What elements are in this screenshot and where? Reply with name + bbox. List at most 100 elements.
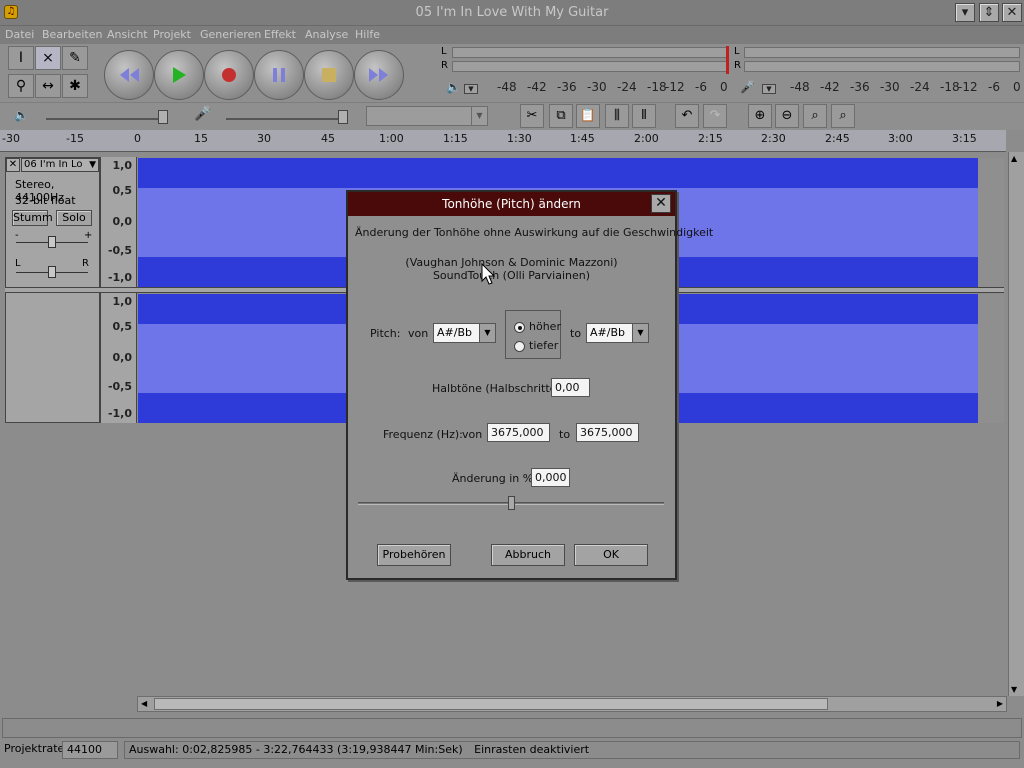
scroll-right-icon[interactable]: ▶ [997, 699, 1003, 708]
frequency-to-label: to [559, 428, 571, 441]
solo-button[interactable]: Solo [56, 210, 92, 226]
zoom-in-button[interactable]: ⊕ [748, 104, 772, 128]
pitch-from-select[interactable]: A#/Bb ▼ [433, 323, 496, 343]
ruler-tick: 2:45 [825, 132, 850, 145]
stop-button[interactable] [304, 50, 354, 100]
semitones-input[interactable]: 0,00 [551, 378, 590, 397]
gain-minus-label: - [15, 230, 19, 241]
menu-generieren[interactable]: Generieren [200, 28, 261, 41]
higher-radio[interactable] [514, 322, 525, 333]
scale-tick: -24 [910, 80, 930, 94]
meter-l-label: L [441, 46, 447, 57]
microphone-icon[interactable]: 🎤 [740, 80, 755, 94]
lower-label: tiefer [529, 339, 559, 352]
pan-slider-thumb[interactable] [48, 266, 56, 278]
undo-button[interactable]: ↶ [675, 104, 699, 128]
play-button[interactable] [154, 50, 204, 100]
scroll-left-icon[interactable]: ◀ [141, 699, 147, 708]
paste-button[interactable]: 📋 [576, 104, 600, 128]
meter-scale: 🔈 ▼ -48 -42 -36 -30 -24 -18 -12 -6 0 🎤 ▼… [438, 80, 1024, 96]
frequency-from-input[interactable]: 3675,000 [487, 423, 550, 442]
pause-button[interactable] [254, 50, 304, 100]
multi-tool-icon[interactable]: ✱ [62, 74, 88, 98]
horizontal-scrollbar[interactable]: ◀ ▶ [137, 696, 1007, 712]
project-rate-select[interactable]: 44100 [62, 741, 118, 759]
skip-start-button[interactable] [104, 50, 154, 100]
toolbar-mixer-edit [0, 102, 1024, 130]
pitch-to-select[interactable]: A#/Bb ▼ [586, 323, 649, 343]
speaker-icon[interactable]: 🔈 [446, 80, 461, 94]
input-volume-slider[interactable] [226, 118, 346, 120]
chevron-down-icon: ▼ [479, 324, 495, 342]
draw-tool-icon[interactable]: ✎ [62, 46, 88, 70]
playback-meter: L R L R [438, 46, 1024, 74]
fit-selection-button[interactable]: ⌕ [803, 104, 827, 128]
ruler-tick: -15 [66, 132, 84, 145]
gain-slider-thumb[interactable] [48, 236, 56, 248]
menu-bearbeiten[interactable]: Bearbeiten [42, 28, 102, 41]
restore-button[interactable]: ⇕ [979, 3, 999, 22]
input-source-select[interactable]: ▼ [366, 106, 488, 126]
scroll-down-icon[interactable]: ▼ [1011, 685, 1017, 694]
pitch-from-label: von [408, 327, 429, 340]
snap-status: Einrasten deaktiviert [474, 743, 590, 756]
rec-meter-menu-icon[interactable]: ▼ [762, 84, 776, 94]
horizontal-scroll-thumb[interactable] [154, 698, 828, 710]
stop-icon [322, 68, 336, 82]
track-close-icon[interactable]: ✕ [6, 158, 20, 172]
vertical-scrollbar[interactable]: ▲ ▼ [1008, 152, 1024, 696]
envelope-tool-icon[interactable]: ⨯ [35, 46, 61, 70]
percent-change-input[interactable]: 0,000 [531, 468, 570, 487]
project-rate-label: Projektrate: [4, 742, 69, 755]
lower-radio[interactable] [514, 341, 525, 352]
zoom-out-button[interactable]: ⊖ [775, 104, 799, 128]
timeshift-tool-icon[interactable]: ↔ [35, 74, 61, 98]
frequency-to-input[interactable]: 3675,000 [576, 423, 639, 442]
zoom-tool-icon[interactable]: ⚲ [8, 74, 34, 98]
scale-label: -1,0 [107, 407, 132, 420]
redo-button[interactable]: ↷ [703, 104, 727, 128]
menu-datei[interactable]: Datei [5, 28, 34, 41]
mouse-cursor-icon [481, 263, 495, 285]
output-volume-thumb[interactable] [158, 110, 168, 124]
dialog-close-button[interactable]: ✕ [651, 194, 671, 213]
cancel-button[interactable]: Abbruch [491, 544, 565, 566]
tools-toolbar: I ⨯ ✎ ⚲ ↔ ✱ [8, 46, 94, 100]
fit-project-button[interactable]: ⌕ [831, 104, 855, 128]
trim-button[interactable]: ⫼ [605, 104, 629, 128]
scale-tick: -48 [790, 80, 810, 94]
ok-button[interactable]: OK [574, 544, 648, 566]
menu-ansicht[interactable]: Ansicht [107, 28, 148, 41]
output-volume-slider[interactable] [46, 118, 166, 120]
scale-tick: -36 [850, 80, 870, 94]
record-button[interactable] [204, 50, 254, 100]
dialog-title: Tonhöhe (Pitch) ändern [442, 197, 581, 211]
input-volume-thumb[interactable] [338, 110, 348, 124]
ruler-tick: 45 [321, 132, 335, 145]
dialog-credits-authors: (Vaughan Johnson & Dominic Mazzoni) [405, 256, 618, 269]
percent-change-slider-thumb[interactable] [507, 496, 515, 510]
menu-projekt[interactable]: Projekt [153, 28, 191, 41]
selection-tool-icon[interactable]: I [8, 46, 34, 70]
track-name-menu[interactable]: 06 I'm In Lo ▼ [21, 158, 99, 172]
silence-button[interactable]: ⫴ [632, 104, 656, 128]
cut-button[interactable]: ✂ [520, 104, 544, 128]
menu-hilfe[interactable]: Hilfe [355, 28, 380, 41]
meter-menu-icon[interactable]: ▼ [464, 84, 478, 94]
timeline-ruler[interactable]: -30 -15 0 15 30 45 1:00 1:15 1:30 1:45 2… [0, 130, 1006, 152]
mute-button[interactable]: Stumm [12, 210, 53, 226]
play-icon [173, 67, 186, 83]
scroll-up-icon[interactable]: ▲ [1011, 154, 1017, 163]
copy-button[interactable]: ⧉ [549, 104, 573, 128]
ruler-tick: 0 [134, 132, 141, 145]
chevron-down-icon: ▼ [89, 160, 96, 170]
menu-effekt[interactable]: Effekt [264, 28, 296, 41]
pitch-to-label: to [570, 327, 582, 340]
frequency-from-label: von [462, 428, 483, 441]
minimize-button[interactable]: ▾ [955, 3, 975, 22]
menu-analyse[interactable]: Analyse [305, 28, 348, 41]
preview-button[interactable]: Probehören [377, 544, 451, 566]
playback-meter-bar-r [452, 61, 728, 72]
close-button[interactable]: ✕ [1002, 3, 1022, 22]
skip-end-button[interactable] [354, 50, 404, 100]
